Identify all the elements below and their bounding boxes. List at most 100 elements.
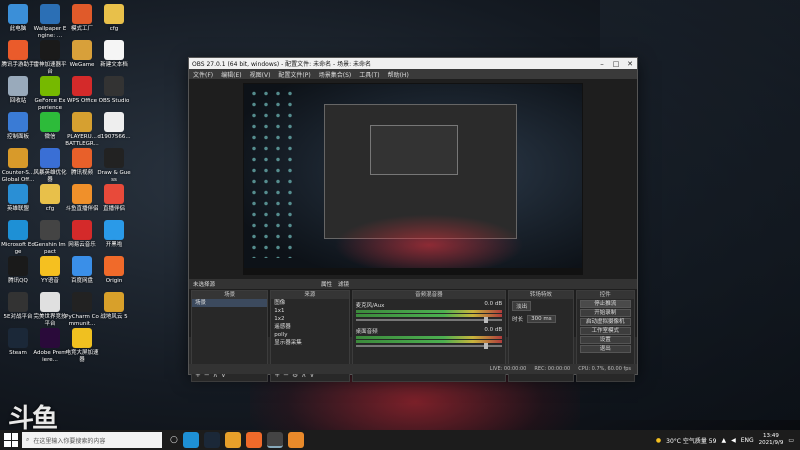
transition-select[interactable]: 淡出 xyxy=(512,301,532,311)
desktop-icon[interactable]: 百度网盘 xyxy=(65,256,99,285)
studio-mode-button[interactable]: 工作室模式 xyxy=(579,327,631,335)
desktop-icon[interactable]: Steam xyxy=(1,328,35,357)
desktop-icon[interactable]: 直播伴侣 xyxy=(97,184,131,213)
desktop-icon[interactable]: Microsoft Edge xyxy=(1,220,35,256)
exit-button[interactable]: 退出 xyxy=(579,345,631,353)
close-icon[interactable]: ✕ xyxy=(623,60,637,68)
scene-item[interactable]: 场景 xyxy=(192,299,268,307)
rec-timer: REC: 00:00:00 xyxy=(534,366,571,372)
desktop-icon[interactable]: 英雄联盟 xyxy=(1,184,35,213)
filters-button[interactable]: 滤镜 xyxy=(338,280,349,288)
desktop-icon[interactable]: 回收站 xyxy=(1,76,35,105)
properties-button[interactable]: 属性 xyxy=(321,280,332,288)
desktop-icon[interactable]: d1907566... xyxy=(97,112,131,141)
desktop-icon[interactable]: 雷神加速器平台 xyxy=(33,40,67,76)
minimize-icon[interactable]: – xyxy=(595,60,609,68)
network-icon[interactable]: ▲ xyxy=(721,437,726,444)
desktop-icon[interactable]: PyCharm Communit... xyxy=(65,292,99,328)
app-icon xyxy=(72,40,92,60)
desktop-icon[interactable]: 微信 xyxy=(33,112,67,141)
volume-slider[interactable] xyxy=(355,343,503,349)
start-recording-button[interactable]: 开始录制 xyxy=(579,309,631,317)
desktop-icon[interactable]: 风暴英雄优化器 xyxy=(33,148,67,184)
desktop-icon[interactable]: WeGame xyxy=(65,40,99,69)
volume-meter xyxy=(355,336,503,339)
source-item[interactable]: 图像 xyxy=(271,299,348,307)
desktop-icon[interactable]: 开黑啦 xyxy=(97,220,131,249)
language-indicator[interactable]: ENG xyxy=(741,437,754,444)
desktop-icon[interactable]: Wallpaper Engine: ... xyxy=(33,4,67,40)
menu-help[interactable]: 帮助(H) xyxy=(388,70,409,79)
menu-edit[interactable]: 编辑(E) xyxy=(221,70,241,79)
desktop-icon[interactable]: 腾讯手游助手 xyxy=(1,40,35,69)
obs-window[interactable]: OBS 27.0.1 (64 bit, windows) - 配置文件: 未命名… xyxy=(188,57,638,382)
weather-icon: ● xyxy=(655,436,662,444)
weather-text[interactable]: 30°C 空气质量 59 xyxy=(666,436,716,445)
desktop-icon[interactable]: cfg xyxy=(33,184,67,213)
menu-scene-collection[interactable]: 场景集合(S) xyxy=(319,70,352,79)
volume-slider[interactable] xyxy=(355,317,503,323)
channel-name: 麦克风/Aux xyxy=(355,303,385,309)
desktop-icon[interactable]: 新建文本档 xyxy=(97,40,131,69)
source-item[interactable]: polly xyxy=(271,331,348,339)
desktop-icon-label: PLAYERU... BATTLEGR... xyxy=(65,134,99,147)
desktop-icon-label: 开黑啦 xyxy=(105,242,123,248)
desktop-icon[interactable]: Origin xyxy=(97,256,131,285)
maximize-icon[interactable]: □ xyxy=(609,60,623,68)
desktop-icon[interactable]: cfg xyxy=(97,4,131,33)
obs-taskbar-icon[interactable] xyxy=(266,432,283,448)
desktop-icon[interactable]: OBS Studio xyxy=(97,76,131,105)
taskbar-search-input[interactable]: ⌕ 在这里输入你要搜索的内容 xyxy=(22,432,162,448)
source-item[interactable]: 1x1 xyxy=(271,307,348,315)
notification-icon[interactable]: ▭ xyxy=(788,437,794,444)
desktop-icon[interactable]: 控制面板 xyxy=(1,112,35,141)
stop-streaming-button[interactable]: 停止推流 xyxy=(579,300,631,308)
clock[interactable]: 13:49 2021/9/9 xyxy=(759,433,784,447)
desktop-icon[interactable]: GeForce Experience xyxy=(33,76,67,112)
desktop-icon[interactable]: 腾讯QQ xyxy=(1,256,35,285)
preview-taskbar xyxy=(244,268,582,274)
desktop-icon[interactable]: 电竞大屏加速器 xyxy=(65,328,99,364)
douyu-taskbar-icon[interactable] xyxy=(245,432,262,448)
desktop-icon[interactable]: Adobe Premiere... xyxy=(33,328,67,364)
menu-tools[interactable]: 工具(T) xyxy=(359,70,379,79)
desktop-icon[interactable]: 模式工厂 xyxy=(65,4,99,33)
windows-start-icon[interactable] xyxy=(4,433,18,447)
steam-taskbar-icon[interactable] xyxy=(203,432,220,448)
app-taskbar-icon[interactable] xyxy=(287,432,304,448)
desktop-icon[interactable]: Draw & Guess xyxy=(97,148,131,184)
source-item[interactable]: 遥感器 xyxy=(271,323,348,331)
desktop-icon[interactable]: 战地风云 5 xyxy=(97,292,131,321)
virtual-camera-button[interactable]: 启动虚拟摄像机 xyxy=(579,318,631,326)
menu-view[interactable]: 视图(V) xyxy=(250,70,271,79)
app-icon xyxy=(8,220,28,240)
settings-button[interactable]: 设置 xyxy=(579,336,631,344)
menu-profile[interactable]: 配置文件(P) xyxy=(278,70,310,79)
duration-input[interactable]: 300 ms xyxy=(527,315,556,323)
transitions-dock-title: 转场特效 xyxy=(509,291,573,299)
folder-taskbar-icon[interactable] xyxy=(224,432,241,448)
desktop-icon[interactable]: Genshin Impact xyxy=(33,220,67,256)
source-item[interactable]: 显示器采集 xyxy=(271,339,348,347)
volume-icon[interactable]: ◀ xyxy=(731,437,736,444)
source-item[interactable]: 1x2 xyxy=(271,315,348,323)
desktop-icon[interactable]: 网易云音乐 xyxy=(65,220,99,249)
desktop-icon-label: Counter-S... Global Off... xyxy=(1,170,35,183)
desktop-icon[interactable]: 此电脑 xyxy=(1,4,35,33)
task-view-icon[interactable]: ○ xyxy=(170,435,178,445)
menu-file[interactable]: 文件(F) xyxy=(193,70,213,79)
desktop-icon[interactable]: 5E对战平台 xyxy=(1,292,35,321)
desktop-icon[interactable]: 完美世界竞技平台 xyxy=(33,292,67,328)
desktop-icon-label: Adobe Premiere... xyxy=(33,350,67,363)
obs-titlebar[interactable]: OBS 27.0.1 (64 bit, windows) - 配置文件: 未命名… xyxy=(189,58,637,69)
edge-taskbar-icon[interactable] xyxy=(182,432,199,448)
desktop-icon[interactable]: PLAYERU... BATTLEGR... xyxy=(65,112,99,148)
desktop-icon[interactable]: WPS Office xyxy=(65,76,99,105)
desktop-icon[interactable]: 斗鱼直播伴侣 xyxy=(65,184,99,213)
desktop-icon[interactable]: Counter-S... Global Off... xyxy=(1,148,35,184)
preview-canvas[interactable] xyxy=(243,83,583,275)
volume-meter xyxy=(355,340,503,343)
desktop-icon[interactable]: YY语音 xyxy=(33,256,67,285)
desktop-icon[interactable]: 腾讯视频 xyxy=(65,148,99,177)
app-icon xyxy=(40,292,60,312)
